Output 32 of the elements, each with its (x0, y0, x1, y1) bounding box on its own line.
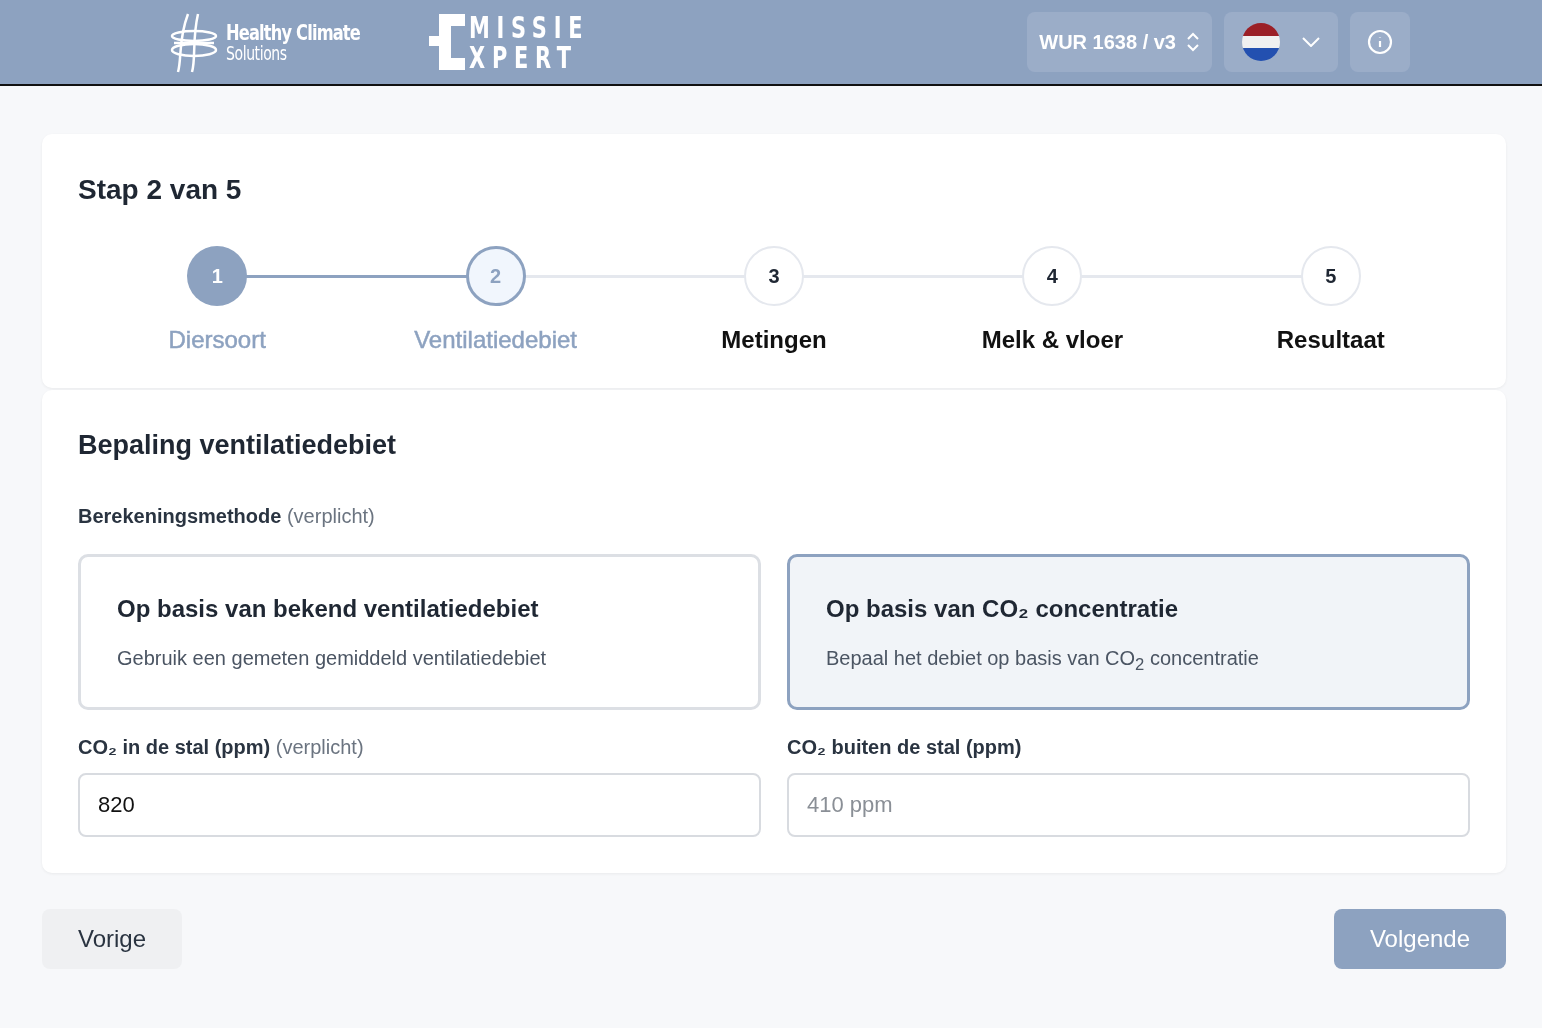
info-icon (1367, 29, 1393, 55)
language-select[interactable] (1224, 12, 1338, 72)
step-label: Melk & vloer (981, 326, 1124, 354)
method-option[interactable]: Op basis van bekend ventilatiedebiet Gebruik een gemeten gemiddeld ventilatiedebiet (78, 554, 761, 710)
step-label: Ventilatiedebiet (414, 326, 577, 354)
sort-icon (1186, 31, 1200, 53)
ppm-input[interactable]: 820 (78, 773, 761, 837)
step-title: Stap 2 van 5 (78, 174, 243, 206)
brand-name: Healthy Climate (226, 21, 360, 44)
ppm-input[interactable]: 410 ppm (787, 773, 1470, 837)
option-title: Op basis van CO₂ concentratie (826, 595, 1180, 623)
step-label: Diersoort (168, 326, 266, 354)
step-circle[interactable]: 5 (1300, 246, 1361, 306)
field-label: CO₂ buiten de stal (ppm) (787, 736, 1023, 759)
flag-icon (1242, 23, 1280, 61)
field-label: Berekeningsmethode (verplicht) (78, 505, 376, 528)
option-title: Op basis van bekend ventilatiedebiet (117, 595, 540, 623)
option-description: Bepaal het debiet op basis van CO$_{2}$ concentratie (826, 647, 1260, 675)
logo-text: MISSIE (469, 12, 590, 42)
step-label: Resultaat (1276, 326, 1385, 354)
back-button[interactable]: Vorige (42, 909, 182, 969)
option-description: Gebruik een gemeten gemiddeld ventilatiedebiet (117, 647, 548, 670)
logo-icon (429, 12, 466, 72)
field-label: CO₂ in de stal (ppm) (verplicht) (78, 736, 365, 759)
step-circle[interactable]: 4 (1022, 246, 1083, 306)
method-option[interactable]: Op basis van CO₂ concentratie Bepaal het debiet op basis van CO$_{2}$ concentratie (787, 554, 1470, 710)
step-circle[interactable]: 3 (744, 246, 804, 306)
brand-subtitle: Solutions (226, 43, 287, 63)
step-label: Metingen (721, 326, 827, 354)
chevron-down-icon (1302, 37, 1320, 47)
section-title: Bepaling ventilatiedebiet (78, 430, 398, 461)
logo-text: XPERT (469, 42, 580, 72)
